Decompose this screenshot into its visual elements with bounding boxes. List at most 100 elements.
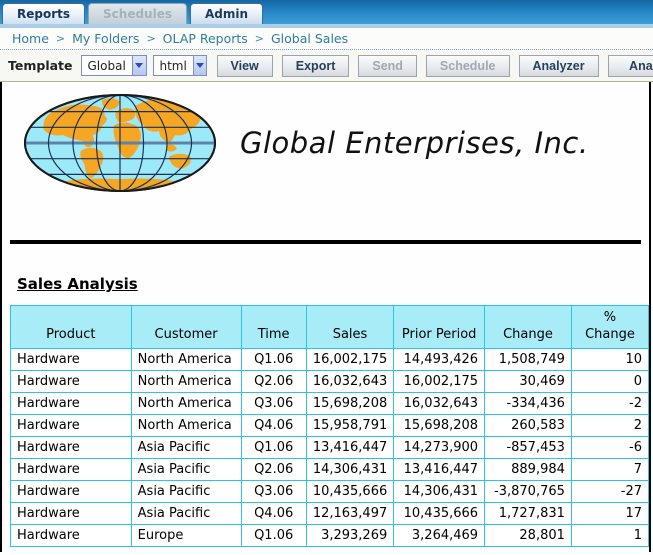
table-cell: -6: [571, 437, 648, 459]
table-cell: Asia Pacific: [131, 481, 241, 503]
table-cell: Hardware: [11, 481, 132, 503]
table-header-cell: Customer: [131, 306, 241, 349]
table-cell: 16,002,175: [394, 371, 485, 393]
template-select-value: Global: [82, 59, 132, 73]
company-name: Global Enterprises, Inc.: [240, 126, 589, 160]
main-tab-bar: Reports Schedules Admin: [0, 0, 653, 24]
app-window: { "tabs": [ { "label": "Reports", "state…: [0, 0, 653, 555]
table-cell: Q4.06: [241, 503, 306, 525]
tab-schedules[interactable]: Schedules: [88, 3, 187, 24]
table-cell: 2: [571, 415, 648, 437]
table-cell: 15,958,791: [306, 415, 393, 437]
sales-analysis-table: ProductCustomerTimeSalesPrior PeriodChan…: [10, 305, 649, 547]
table-cell: Hardware: [11, 503, 132, 525]
table-row: HardwareAsia PacificQ2.0614,306,43113,41…: [11, 459, 649, 481]
breadcrumb-separator: >: [56, 32, 65, 45]
template-select[interactable]: Global: [81, 55, 147, 76]
chevron-down-icon[interactable]: [193, 56, 206, 75]
report-content: Global Enterprises, Inc. Sales Analysis …: [0, 82, 651, 552]
table-cell: Q2.06: [241, 371, 306, 393]
report-toolbar: Template Global html View Export Send Sc…: [0, 50, 653, 82]
table-cell: 17: [571, 503, 648, 525]
analyzer-excel-button[interactable]: Analyzer: [608, 55, 653, 77]
table-cell: Europe: [131, 525, 241, 547]
table-cell: -2: [571, 393, 648, 415]
table-cell: Q1.06: [241, 437, 306, 459]
table-cell: 1,727,831: [485, 503, 572, 525]
table-cell: 16,032,643: [394, 393, 485, 415]
analyzer-button[interactable]: Analyzer: [519, 55, 599, 77]
breadcrumb: Home > My Folders > OLAP Reports > Globa…: [0, 28, 653, 50]
horizontal-rule: [10, 240, 641, 244]
table-cell: Hardware: [11, 371, 132, 393]
table-cell: 10: [571, 349, 648, 371]
table-cell: 1,508,749: [485, 349, 572, 371]
table-cell: 30,469: [485, 371, 572, 393]
table-cell: 15,698,208: [306, 393, 393, 415]
table-cell: 3,264,469: [394, 525, 485, 547]
chevron-down-icon[interactable]: [132, 56, 146, 75]
table-cell: -27: [571, 481, 648, 503]
section-title: Sales Analysis: [17, 275, 649, 293]
breadcrumb-separator: >: [146, 32, 155, 45]
breadcrumb-olap-reports[interactable]: OLAP Reports: [163, 31, 248, 46]
table-cell: Hardware: [11, 437, 132, 459]
export-button[interactable]: Export: [282, 55, 350, 77]
table-row: HardwareAsia PacificQ1.0613,416,44714,27…: [11, 437, 649, 459]
view-button[interactable]: View: [217, 55, 273, 77]
table-cell: 13,416,447: [306, 437, 393, 459]
table-header-cell: Time: [241, 306, 306, 349]
table-cell: 1: [571, 525, 648, 547]
table-cell: 14,306,431: [306, 459, 393, 481]
table-cell: Asia Pacific: [131, 503, 241, 525]
breadcrumb-home[interactable]: Home: [12, 31, 49, 46]
table-header-cell: % Change: [571, 306, 648, 349]
globe-logo-icon: [22, 92, 218, 194]
table-cell: Q4.06: [241, 415, 306, 437]
table-row: HardwareNorth AmericaQ4.0615,958,79115,6…: [11, 415, 649, 437]
table-cell: 15,698,208: [394, 415, 485, 437]
tab-reports[interactable]: Reports: [2, 3, 85, 24]
table-row: HardwareNorth AmericaQ2.0616,032,64316,0…: [11, 371, 649, 393]
table-cell: -334,436: [485, 393, 572, 415]
table-cell: 14,306,431: [394, 481, 485, 503]
table-row: HardwareAsia PacificQ3.0610,435,66614,30…: [11, 481, 649, 503]
table-cell: North America: [131, 393, 241, 415]
table-header-cell: Product: [11, 306, 132, 349]
table-cell: Hardware: [11, 525, 132, 547]
table-header-cell: Change: [485, 306, 572, 349]
report-header: Global Enterprises, Inc.: [2, 82, 649, 194]
table-cell: -3,870,765: [485, 481, 572, 503]
table-cell: Hardware: [11, 459, 132, 481]
template-label: Template: [8, 58, 73, 73]
tab-admin[interactable]: Admin: [190, 3, 263, 24]
format-select[interactable]: html: [153, 55, 207, 76]
format-select-value: html: [154, 59, 193, 73]
table-cell: Hardware: [11, 415, 132, 437]
table-cell: 28,801: [485, 525, 572, 547]
table-cell: Q1.06: [241, 349, 306, 371]
send-button[interactable]: Send: [358, 55, 417, 77]
table-cell: Q3.06: [241, 481, 306, 503]
table-cell: 16,002,175: [306, 349, 393, 371]
table-cell: 0: [571, 371, 648, 393]
table-cell: North America: [131, 415, 241, 437]
breadcrumb-global-sales[interactable]: Global Sales: [271, 31, 348, 46]
table-cell: 3,293,269: [306, 525, 393, 547]
table-cell: 10,435,666: [306, 481, 393, 503]
breadcrumb-my-folders[interactable]: My Folders: [72, 31, 139, 46]
table-cell: 12,163,497: [306, 503, 393, 525]
table-cell: 889,984: [485, 459, 572, 481]
table-cell: Q3.06: [241, 393, 306, 415]
table-row: HardwareNorth AmericaQ1.0616,002,17514,4…: [11, 349, 649, 371]
table-cell: 10,435,666: [394, 503, 485, 525]
table-row: HardwareEuropeQ1.063,293,2693,264,46928,…: [11, 525, 649, 547]
sales-table-body: HardwareNorth AmericaQ1.0616,002,17514,4…: [11, 349, 649, 547]
schedule-button[interactable]: Schedule: [426, 55, 510, 77]
table-cell: Q1.06: [241, 525, 306, 547]
table-cell: Asia Pacific: [131, 459, 241, 481]
table-row: HardwareNorth AmericaQ3.0615,698,20816,0…: [11, 393, 649, 415]
table-cell: North America: [131, 349, 241, 371]
table-cell: Hardware: [11, 349, 132, 371]
table-row: HardwareAsia PacificQ4.0612,163,49710,43…: [11, 503, 649, 525]
